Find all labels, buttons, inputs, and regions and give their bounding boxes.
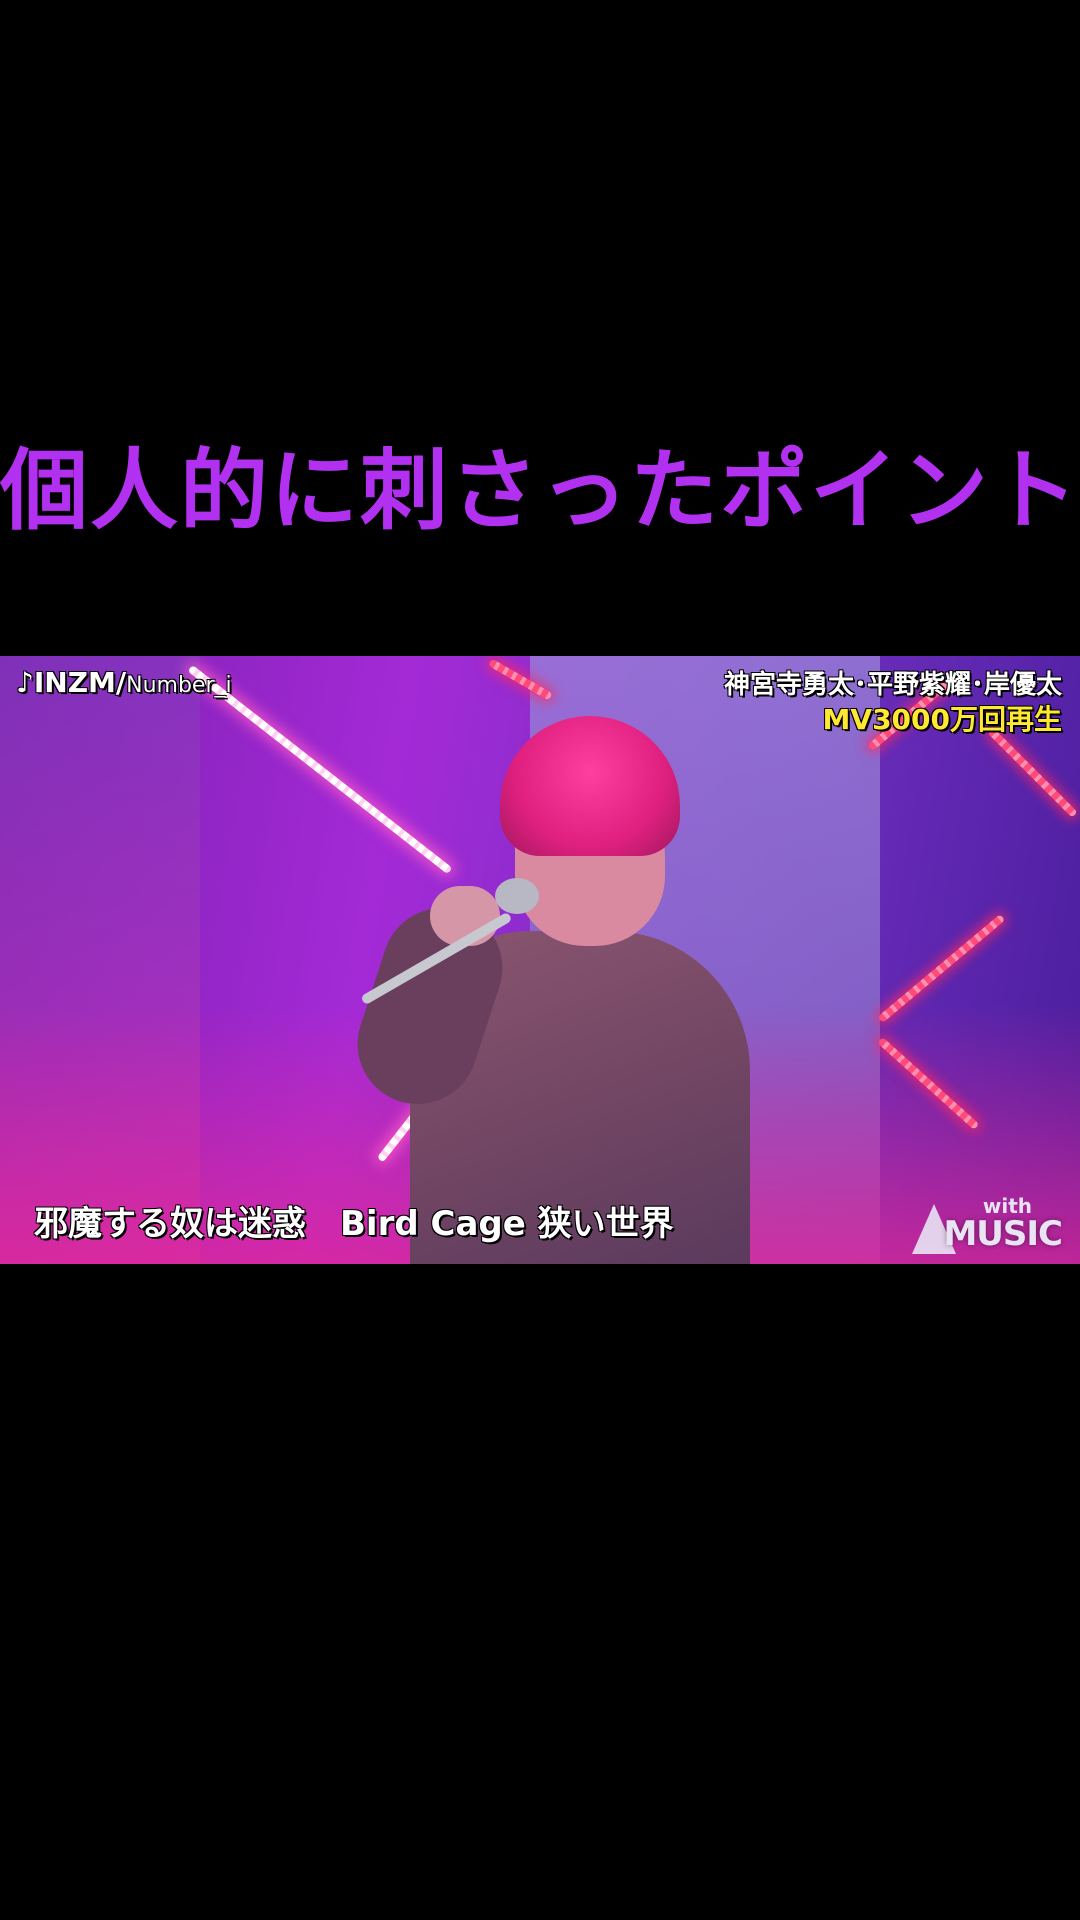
performer-hair bbox=[500, 716, 680, 856]
member-names: 神宮寺勇太･平野紫耀･岸優太 bbox=[723, 670, 1062, 700]
song-label: ♪INZM/Number_i bbox=[16, 666, 232, 699]
performer bbox=[342, 716, 810, 1264]
views-badge: MV3000万回再生 bbox=[822, 703, 1062, 736]
microphone-icon bbox=[495, 878, 539, 914]
caption-title: 個人的に刺さったポイント bbox=[0, 439, 1080, 542]
show-logo: with MUSIC bbox=[912, 1194, 1063, 1254]
reel-page: 個人的に刺さったポイント ♪INZM/Number_i 神宮寺勇太･平野紫耀･岸… bbox=[0, 0, 1080, 1920]
lyric-subtitle: 邪魔する奴は迷惑 Bird Cage 狭い世界 bbox=[34, 1204, 674, 1244]
logo-main-text: MUSIC bbox=[943, 1214, 1063, 1254]
stage-light-bar bbox=[987, 727, 1078, 818]
video-player[interactable]: ♪INZM/Number_i 神宮寺勇太･平野紫耀･岸優太 MV3000万回再生… bbox=[0, 656, 1080, 1264]
artist-name: Number_i bbox=[126, 673, 232, 698]
song-title: ♪INZM/ bbox=[16, 666, 127, 699]
